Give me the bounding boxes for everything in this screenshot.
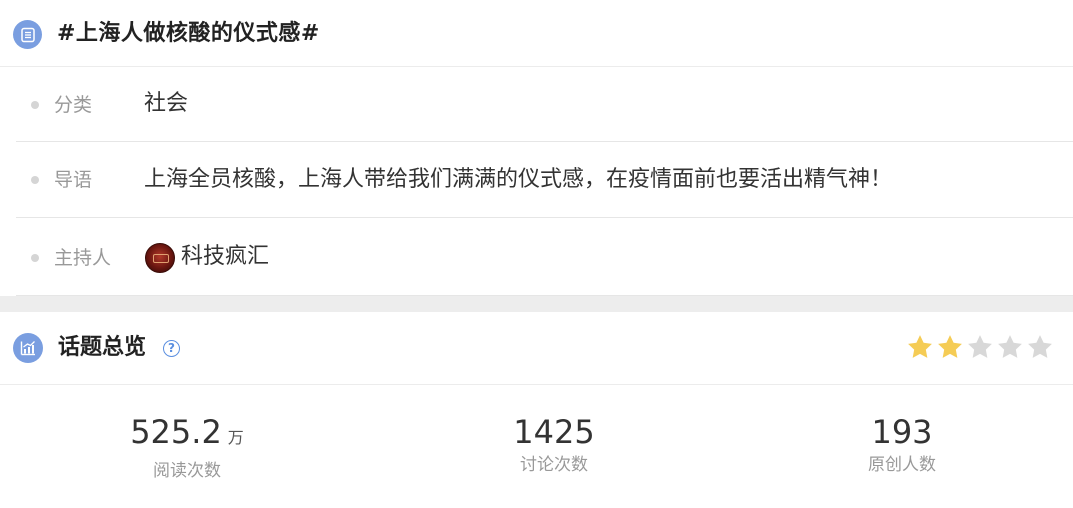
intro-row: 导语 上海全员核酸，上海人带给我们满满的仪式感，在疫情面前也要活出精气神！	[16, 142, 1073, 218]
read-unit: 万	[227, 428, 244, 447]
intro-text: 上海全员核酸，上海人带给我们满满的仪式感，在疫情面前也要活出精气神！	[144, 167, 893, 192]
overview-header: 话题总览 ?	[0, 312, 1073, 385]
chart-icon	[13, 333, 43, 363]
intro-label: 导语	[54, 169, 93, 191]
original-label: 原创人数	[868, 455, 936, 475]
bullet-dot-icon	[31, 176, 39, 184]
read-stat: 525.2 万 阅读次数	[87, 412, 287, 483]
overview-title: 话题总览	[58, 335, 147, 360]
category-label: 分类	[54, 94, 93, 116]
category-row: 分类 社会	[16, 67, 1073, 142]
star-filled-icon	[908, 335, 932, 358]
topic-header: #上海人做核酸的仪式感#	[0, 0, 1073, 67]
discuss-count: 1425	[513, 413, 595, 451]
star-empty-icon	[1028, 335, 1052, 358]
star-empty-icon	[998, 335, 1022, 358]
original-count: 193	[871, 413, 933, 451]
bullet-dot-icon	[31, 101, 39, 109]
rating-stars	[906, 333, 1054, 361]
read-count: 525.2	[130, 413, 222, 451]
read-label: 阅读次数	[153, 461, 221, 481]
star-empty-icon	[968, 335, 992, 358]
host-avatar[interactable]	[145, 243, 175, 273]
discuss-label: 讨论次数	[520, 455, 588, 475]
topic-title: #上海人做核酸的仪式感#	[57, 21, 320, 46]
discuss-stat: 1425 讨论次数	[454, 412, 654, 477]
host-name-link[interactable]: 科技疯汇	[181, 242, 269, 272]
host-row: 主持人 科技疯汇	[16, 218, 1073, 296]
star-filled-icon	[938, 335, 962, 358]
host-label: 主持人	[54, 247, 112, 269]
question-icon[interactable]: ?	[163, 340, 180, 357]
section-divider	[0, 296, 1073, 312]
original-stat: 193 原创人数	[802, 412, 1002, 477]
bullet-dot-icon	[31, 254, 39, 262]
list-icon	[13, 20, 42, 49]
category-value[interactable]: 社会	[144, 89, 188, 119]
